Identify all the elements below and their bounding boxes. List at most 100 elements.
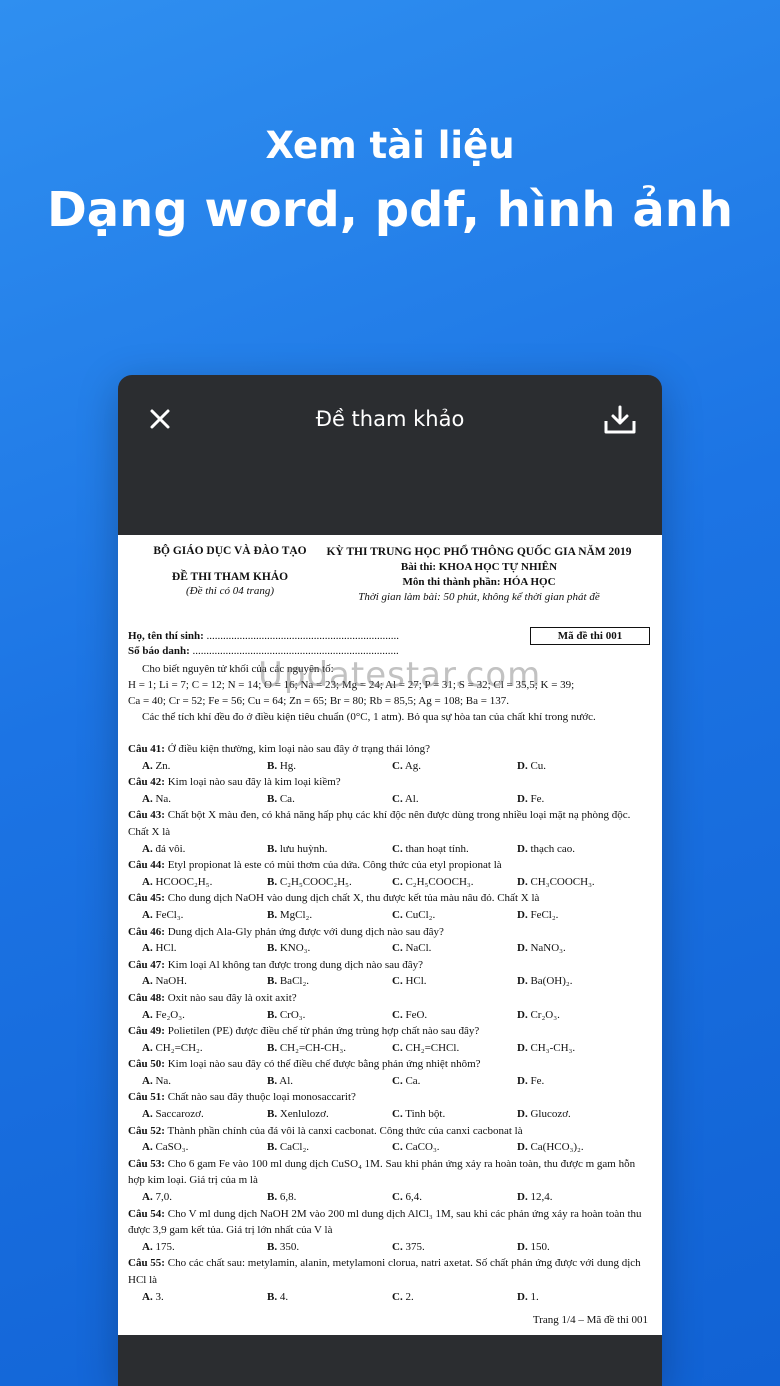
option-letter: B. <box>267 842 278 855</box>
answer-option: B. CrO₃. <box>267 1007 392 1024</box>
answer-option: A. HCl. <box>142 940 267 957</box>
option-text: BaCl₂. <box>279 975 310 988</box>
question-options: A. HCOOC₂H₅. B. C₂H₅COOC₂H₅. C. C₂H₅COOCH₃… <box>128 874 652 891</box>
option-text: HCOOC₂H₅. <box>155 875 213 888</box>
answer-option: C. Ag. <box>392 758 517 775</box>
exam-type: ĐỀ THI THAM KHẢO <box>171 571 289 583</box>
answer-option: B. Al. <box>267 1073 392 1090</box>
option-letter: B. <box>267 1008 278 1021</box>
option-text: Hg. <box>279 759 297 772</box>
question-number: Câu 46: <box>128 925 165 938</box>
question-text: Kim loại Al không tan được trong dung dị… <box>164 958 423 971</box>
question-text: Cho V ml dung dịch NaOH 2M vào 200 ml du… <box>128 1207 642 1237</box>
question-options: A. 175. B. 350. C. 375. D. 150. <box>128 1239 652 1256</box>
option-letter: C. <box>392 942 403 955</box>
answer-option: B. 6,8. <box>267 1189 392 1206</box>
option-letter: B. <box>267 1240 278 1253</box>
option-letter: C. <box>392 842 403 855</box>
option-text: Glucozơ. <box>530 1108 571 1121</box>
answer-option: D. NaNO₃. <box>517 940 652 957</box>
option-letter: A. <box>142 842 153 855</box>
option-letter: D. <box>517 942 528 955</box>
option-letter: D. <box>517 842 528 855</box>
answer-option: D. Fe. <box>517 791 652 808</box>
question-text: Cho các chất sau: metylamin, alanin, met… <box>128 1257 641 1286</box>
option-text: NaCl. <box>405 942 432 955</box>
option-letter: C. <box>392 875 403 888</box>
option-letter: A. <box>142 908 153 921</box>
question-text: Chất bột X màu đen, có khả năng hấp phụ … <box>128 809 631 838</box>
answer-option: C. Ca. <box>392 1073 517 1090</box>
option-text: 3. <box>155 1290 164 1303</box>
question-number: Câu 52: <box>128 1124 165 1137</box>
candidate-name-dots: ........................................… <box>203 630 400 642</box>
option-letter: C. <box>392 759 403 772</box>
answer-option: C. 6,4. <box>392 1189 517 1206</box>
option-letter: D. <box>517 1074 528 1087</box>
download-button[interactable] <box>600 401 640 439</box>
option-text: CuCl₂. <box>405 908 436 921</box>
answer-option: A. NaOH. <box>142 973 267 990</box>
answer-option: D. Ba(OH)₂. <box>517 973 652 990</box>
document-title: Đề tham khảo <box>315 407 465 431</box>
question-list: Câu 41: Ở điều kiện thường, kim loại nào… <box>128 741 652 1305</box>
question-number: Câu 43: <box>128 809 165 822</box>
answer-option: C. 375. <box>392 1239 517 1256</box>
document-page[interactable]: BỘ GIÁO DỤC VÀ ĐÀO TẠO ĐỀ THI THAM KHẢO … <box>118 535 662 1335</box>
option-letter: B. <box>267 1041 278 1054</box>
option-letter: A. <box>142 1108 153 1121</box>
option-text: FeCl₂. <box>530 908 559 921</box>
answer-option: D. Ca(HCO₃)₂. <box>517 1139 652 1156</box>
answer-option: B. CaCl₂. <box>267 1139 392 1156</box>
question-options: A. NaOH. B. BaCl₂. C. HCl. D. Ba(OH)₂. <box>128 973 652 990</box>
atomic-masses: Cho biết nguyên tử khối của các nguyên t… <box>128 661 652 725</box>
option-text: MgCl₂. <box>279 908 313 921</box>
ministry-name: BỘ GIÁO DỤC VÀ ĐÀO TẠO <box>153 545 307 557</box>
answer-option: D. FeCl₂. <box>517 907 652 924</box>
candidate-info: Họ, tên thí sinh: ......................… <box>128 629 458 659</box>
subject-name: Môn thi thành phần: HÓA HỌC <box>402 576 556 588</box>
option-letter: D. <box>517 1191 528 1204</box>
option-letter: D. <box>517 1008 528 1021</box>
answer-option: A. CaSO₃. <box>142 1139 267 1156</box>
atoms-note: Các thể tích khí đều đo ở điều kiện tiêu… <box>142 711 596 723</box>
option-text: 375. <box>405 1240 425 1253</box>
question-number: Câu 51: <box>128 1091 165 1104</box>
answer-option: C. CH₂=CHCl. <box>392 1040 517 1057</box>
question-text: Cho dung dịch NaOH vào dung dịch chất X,… <box>164 892 540 905</box>
option-letter: C. <box>392 1074 403 1087</box>
question-number: Câu 48: <box>128 991 165 1004</box>
atoms-intro: Cho biết nguyên tử khối của các nguyên t… <box>142 663 334 675</box>
option-text: đá vôi. <box>155 842 186 855</box>
answer-option: D. 12,4. <box>517 1189 652 1206</box>
answer-option: A. Zn. <box>142 758 267 775</box>
option-letter: B. <box>267 1074 278 1087</box>
question-number: Câu 41: <box>128 743 165 755</box>
question-text: Ở điều kiện thường, kim loại nào sau đây… <box>164 743 431 755</box>
option-text: Cr₂O₃. <box>530 1008 560 1021</box>
answer-option: B. KNO₃. <box>267 940 392 957</box>
option-text: Tinh bột. <box>405 1108 446 1121</box>
option-letter: D. <box>517 759 528 772</box>
question-number: Câu 45: <box>128 892 165 905</box>
option-letter: B. <box>267 975 278 988</box>
answer-option: C. CaCO₃. <box>392 1139 517 1156</box>
option-text: 4. <box>279 1290 289 1303</box>
option-text: Fe. <box>530 1074 545 1087</box>
option-letter: B. <box>267 1108 278 1121</box>
answer-option: A. Fe₂O₃. <box>142 1007 267 1024</box>
question-options: A. Fe₂O₃. B. CrO₃. C. FeO. D. Cr₂O₃. <box>128 1007 652 1024</box>
answer-option: B. MgCl₂. <box>267 907 392 924</box>
question-stem: Câu 52: Thành phần chính của đá vôi là c… <box>128 1123 652 1140</box>
question-number: Câu 49: <box>128 1025 165 1038</box>
option-text: FeCl₃. <box>155 908 184 921</box>
answer-option: C. than hoạt tính. <box>392 841 517 858</box>
answer-option: B. 350. <box>267 1239 392 1256</box>
question-text: Oxit nào sau đây là oxit axit? <box>164 991 297 1004</box>
option-letter: B. <box>267 908 278 921</box>
option-text: 175. <box>155 1240 175 1253</box>
option-letter: A. <box>142 875 153 888</box>
question-text: Kim loại nào sau đây có thể điều chế đượ… <box>164 1058 481 1071</box>
option-text: Na. <box>155 1074 172 1087</box>
answer-option: A. Na. <box>142 1073 267 1090</box>
